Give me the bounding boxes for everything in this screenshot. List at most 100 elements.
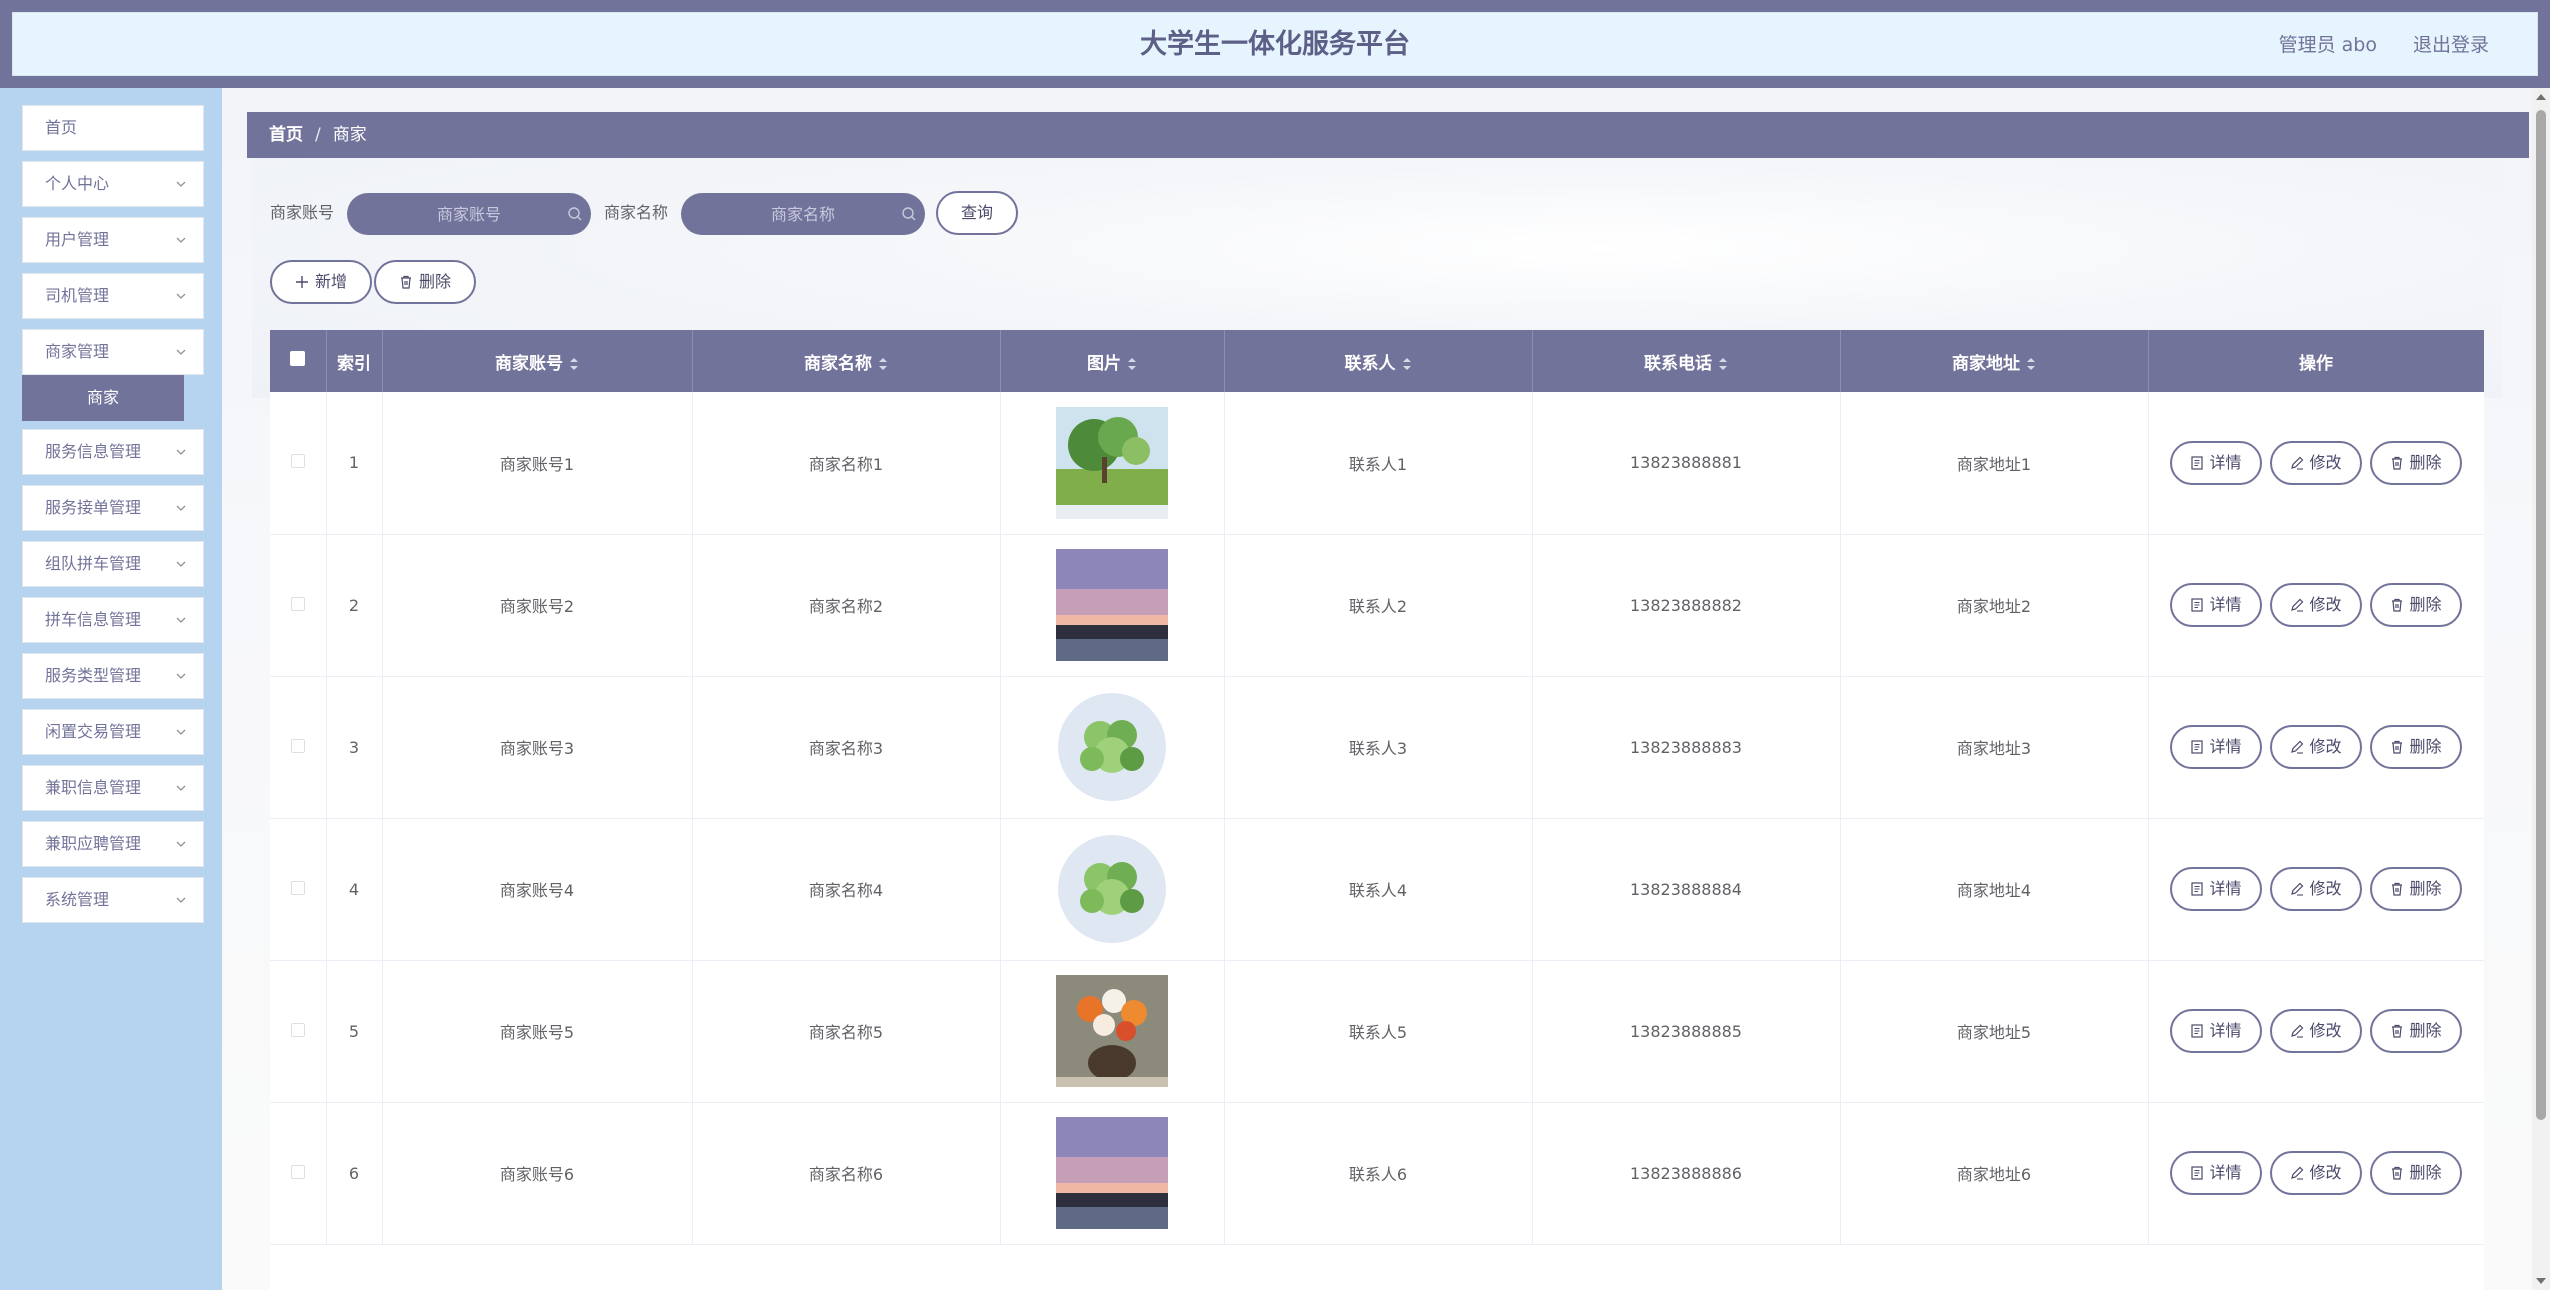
delete-button[interactable]: 删除: [2370, 867, 2462, 911]
edit-button-label: 修改: [2309, 879, 2342, 898]
edit-button-label: 修改: [2309, 452, 2342, 472]
sidebar-item-system[interactable]: 系统管理: [22, 877, 204, 923]
merchant-name-input[interactable]: [681, 193, 925, 235]
sort-icon: [2027, 357, 2035, 370]
delete-button[interactable]: 删除: [2370, 725, 2462, 769]
delete-button[interactable]: 删除: [2370, 1151, 2462, 1195]
detail-button[interactable]: 详情: [2170, 583, 2262, 627]
row-select-cell: [270, 392, 327, 535]
sidebar-item-home[interactable]: 首页: [22, 105, 204, 151]
edit-button[interactable]: 修改: [2270, 725, 2362, 769]
row-checkbox[interactable]: [290, 1164, 305, 1179]
detail-button[interactable]: 详情: [2170, 725, 2262, 769]
row-address: 商家地址6: [1840, 1102, 2149, 1245]
sidebar-item-parttime-info[interactable]: 兼职信息管理: [22, 765, 204, 811]
trash-icon: [2392, 882, 2403, 896]
column-header-label: 商家账号: [495, 353, 563, 374]
row-contact: 联系人3: [1224, 676, 1533, 819]
chevron-down-icon: [176, 237, 186, 243]
column-header-image[interactable]: 图片: [1000, 330, 1225, 392]
delete-button-label: 删除: [2409, 1021, 2442, 1040]
detail-button-label: 详情: [2209, 452, 2242, 472]
edit-button[interactable]: 修改: [2270, 440, 2362, 485]
breadcrumb-home[interactable]: 首页: [269, 125, 303, 145]
column-header-account[interactable]: 商家账号: [382, 330, 693, 392]
merchant-table: 索引 商家账号 商家名称 图片 联系人 联系电话 商家地址 操作 1 商家账号1 商…: [270, 330, 2484, 1290]
sidebar-subitem-merchant[interactable]: 商家: [22, 375, 184, 421]
edit-button-label: 修改: [2309, 737, 2342, 756]
delete-button[interactable]: 删除: [2370, 1009, 2462, 1053]
search-icon: [568, 207, 582, 221]
column-header-name[interactable]: 商家名称: [692, 330, 1001, 392]
sidebar-item-driver-management[interactable]: 司机管理: [22, 273, 204, 319]
sidebar-item-merchant-management[interactable]: 商家管理: [22, 329, 204, 375]
sidebar-item-service-orders[interactable]: 服务接单管理: [22, 485, 204, 531]
detail-button[interactable]: 详情: [2170, 1151, 2262, 1195]
scrollbar-thumb[interactable]: [2536, 110, 2546, 1120]
sidebar-item-service-types[interactable]: 服务类型管理: [22, 653, 204, 699]
chevron-down-icon: [176, 505, 186, 511]
row-checkbox[interactable]: [290, 1022, 305, 1037]
page-scrollbar[interactable]: [2532, 88, 2550, 1290]
query-button[interactable]: 查询: [936, 191, 1018, 235]
select-all-checkbox[interactable]: [290, 351, 306, 366]
sidebar-item-service-info[interactable]: 服务信息管理: [22, 429, 204, 475]
row-select-cell: [270, 676, 327, 819]
edit-button[interactable]: 修改: [2270, 867, 2362, 911]
green-plant-image: [1056, 833, 1168, 945]
sunset-sky-image: [1056, 1117, 1168, 1229]
delete-button-label: 删除: [2409, 595, 2442, 614]
delete-button[interactable]: 删除: [2370, 440, 2462, 485]
merchant-account-input[interactable]: [347, 193, 591, 235]
batch-delete-button[interactable]: 删除: [374, 260, 476, 304]
document-icon: [2191, 882, 2204, 896]
delete-button[interactable]: 删除: [2370, 583, 2462, 627]
scroll-down-arrow[interactable]: [2536, 1278, 2546, 1284]
sidebar-item-label: 服务信息管理: [45, 442, 142, 461]
add-button[interactable]: 新增: [270, 260, 372, 304]
row-checkbox[interactable]: [290, 880, 305, 895]
detail-button-label: 详情: [2209, 1021, 2242, 1040]
column-header-phone[interactable]: 联系电话: [1532, 330, 1841, 392]
sidebar-item-carpool-info[interactable]: 拼车信息管理: [22, 597, 204, 643]
sidebar-item-label: 兼职应聘管理: [45, 834, 142, 853]
breadcrumb-current: 商家: [332, 125, 367, 145]
delete-button-label: 删除: [2409, 879, 2442, 898]
detail-button[interactable]: 详情: [2170, 1009, 2262, 1053]
scroll-up-arrow[interactable]: [2536, 94, 2546, 100]
row-checkbox[interactable]: [290, 596, 305, 611]
row-phone: 13823888883: [1532, 676, 1841, 819]
detail-button[interactable]: 详情: [2170, 867, 2262, 911]
app-header: 大学生一体化服务平台 管理员 abo 退出登录: [12, 12, 2538, 76]
sort-icon: [1719, 357, 1727, 370]
row-ops: 详情 修改 删除: [2148, 1102, 2484, 1245]
edit-button[interactable]: 修改: [2270, 1009, 2362, 1053]
row-name: 商家名称4: [692, 818, 1001, 961]
detail-button-label: 详情: [2209, 595, 2242, 614]
sidebar-item-user-management[interactable]: 用户管理: [22, 217, 204, 263]
edit-icon: [2291, 1024, 2304, 1038]
row-account: 商家账号3: [382, 676, 693, 819]
row-address: 商家地址3: [1840, 676, 2149, 819]
row-select-cell: [270, 1102, 327, 1245]
document-icon: [2191, 598, 2204, 612]
row-checkbox[interactable]: [290, 454, 305, 469]
column-header-contact[interactable]: 联系人: [1224, 330, 1533, 392]
row-image: [1000, 534, 1225, 677]
edit-button[interactable]: 修改: [2270, 1151, 2362, 1195]
chevron-down-icon: [176, 785, 186, 791]
sidebar-item-team-carpool[interactable]: 组队拼车管理: [22, 541, 204, 587]
sidebar-item-label: 用户管理: [45, 230, 110, 249]
edit-button[interactable]: 修改: [2270, 583, 2362, 627]
sidebar-item-personal-center[interactable]: 个人中心: [22, 161, 204, 207]
row-index: 6: [326, 1102, 383, 1245]
row-contact: 联系人2: [1224, 534, 1533, 677]
logout-link[interactable]: 退出登录: [2413, 13, 2489, 77]
detail-button[interactable]: 详情: [2170, 440, 2262, 485]
sidebar-item-idle-trade[interactable]: 闲置交易管理: [22, 709, 204, 755]
sidebar-item-parttime-apply[interactable]: 兼职应聘管理: [22, 821, 204, 867]
row-checkbox[interactable]: [290, 738, 305, 753]
sidebar-item-label: 首页: [45, 118, 78, 137]
row-select-cell: [270, 818, 327, 961]
column-header-address[interactable]: 商家地址: [1840, 330, 2149, 392]
